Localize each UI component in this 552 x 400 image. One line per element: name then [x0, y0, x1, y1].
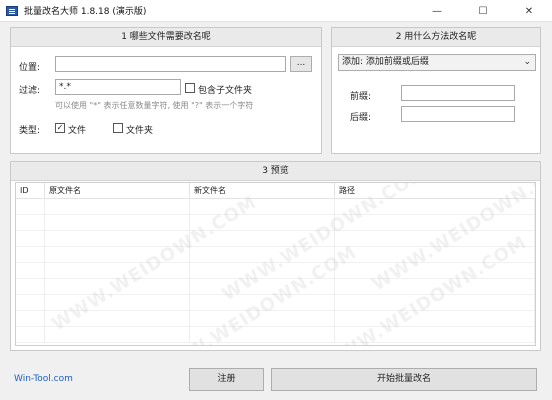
preview-table[interactable]: ID 原文件名 新文件名 路径 WWW.WEIDOWN.COM WWW.WEID…: [15, 182, 536, 346]
register-button[interactable]: 注册: [189, 368, 264, 391]
preview-table-body: [16, 199, 535, 343]
website-link[interactable]: Win-Tool.com: [14, 374, 73, 384]
minimize-button[interactable]: —: [414, 0, 460, 22]
prefix-input[interactable]: [401, 85, 515, 101]
table-cell: [16, 279, 45, 295]
window-controls: — ☐ ✕: [414, 0, 552, 22]
filter-input[interactable]: *.*: [55, 79, 181, 95]
app-icon: [6, 5, 18, 16]
filter-hint: 可以使用 "*" 表示任意数量字符, 使用 "?" 表示一个字符: [55, 101, 254, 110]
table-cell: [45, 279, 190, 295]
table-cell: [45, 295, 190, 311]
preview-panel: 3 预览 ID 原文件名 新文件名 路径 WWW.WEIDOWN.COM WWW…: [10, 161, 541, 351]
table-cell: [335, 231, 535, 247]
table-cell: [190, 215, 335, 231]
column-header-path[interactable]: 路径: [335, 183, 535, 198]
suffix-label: 后缀:: [350, 113, 372, 123]
method-panel-header: 2 用什么方法改名呢: [332, 28, 540, 47]
table-cell: [45, 231, 190, 247]
preview-table-header: ID 原文件名 新文件名 路径: [16, 183, 535, 199]
window-title: 批量改名大师 1.8.18 (演示版): [24, 7, 147, 17]
close-button[interactable]: ✕: [506, 0, 552, 22]
table-cell: [45, 311, 190, 327]
table-cell: [45, 247, 190, 263]
type-folder-checkbox[interactable]: [113, 123, 123, 133]
table-cell: [16, 311, 45, 327]
table-cell: [335, 247, 535, 263]
chevron-down-icon: ⌄: [523, 57, 531, 67]
table-row: [16, 231, 535, 247]
table-cell: [335, 263, 535, 279]
table-cell: [335, 199, 535, 215]
browse-button[interactable]: ...: [290, 56, 312, 72]
include-subfolders-label[interactable]: 包含子文件夹: [198, 83, 252, 96]
include-subfolders-checkbox[interactable]: [185, 83, 195, 93]
table-cell: [335, 311, 535, 327]
table-cell: [335, 295, 535, 311]
table-cell: [190, 247, 335, 263]
table-row: [16, 263, 535, 279]
table-row: [16, 295, 535, 311]
table-row: [16, 199, 535, 215]
table-row: [16, 279, 535, 295]
column-header-new-name[interactable]: 新文件名: [190, 183, 335, 198]
title-bar: 批量改名大师 1.8.18 (演示版) — ☐ ✕: [0, 0, 552, 22]
table-row: [16, 327, 535, 343]
table-cell: [335, 327, 535, 343]
method-select-value: 添加: 添加前缀或后缀: [342, 57, 429, 67]
table-cell: [16, 199, 45, 215]
table-cell: [45, 215, 190, 231]
preview-panel-header: 3 预览: [11, 162, 540, 181]
type-label: 类型:: [19, 126, 41, 136]
table-row: [16, 215, 535, 231]
column-header-id[interactable]: ID: [16, 183, 45, 198]
method-panel: 2 用什么方法改名呢 添加: 添加前缀或后缀 ⌄ 前缀: 后缀:: [331, 27, 541, 154]
table-row: [16, 311, 535, 327]
table-cell: [190, 279, 335, 295]
table-cell: [190, 327, 335, 343]
table-cell: [45, 263, 190, 279]
suffix-input[interactable]: [401, 106, 515, 122]
type-file-label[interactable]: 文件: [68, 123, 86, 136]
table-cell: [16, 295, 45, 311]
table-cell: [190, 311, 335, 327]
location-input[interactable]: [55, 56, 286, 72]
type-file-checkbox[interactable]: ✓: [55, 123, 65, 133]
table-cell: [16, 215, 45, 231]
checkmark-icon: ✓: [56, 123, 64, 132]
start-rename-button[interactable]: 开始批量改名: [271, 368, 537, 391]
maximize-button[interactable]: ☐: [460, 0, 506, 22]
table-cell: [190, 295, 335, 311]
table-cell: [335, 215, 535, 231]
table-cell: [45, 327, 190, 343]
column-header-original-name[interactable]: 原文件名: [45, 183, 190, 198]
table-cell: [190, 231, 335, 247]
method-select[interactable]: 添加: 添加前缀或后缀 ⌄: [338, 54, 536, 71]
table-cell: [45, 199, 190, 215]
table-cell: [16, 231, 45, 247]
table-row: [16, 247, 535, 263]
prefix-label: 前缀:: [350, 92, 372, 102]
location-label: 位置:: [19, 63, 41, 73]
files-panel: 1 哪些文件需要改名呢 位置: ... 过滤: *.* 包含子文件夹 可以使用 …: [10, 27, 322, 154]
table-cell: [335, 279, 535, 295]
table-cell: [16, 263, 45, 279]
table-cell: [190, 263, 335, 279]
table-cell: [16, 327, 45, 343]
filter-label: 过滤:: [19, 86, 41, 96]
table-cell: [190, 199, 335, 215]
type-folder-label[interactable]: 文件夹: [126, 123, 153, 136]
table-cell: [16, 247, 45, 263]
files-panel-header: 1 哪些文件需要改名呢: [11, 28, 321, 47]
